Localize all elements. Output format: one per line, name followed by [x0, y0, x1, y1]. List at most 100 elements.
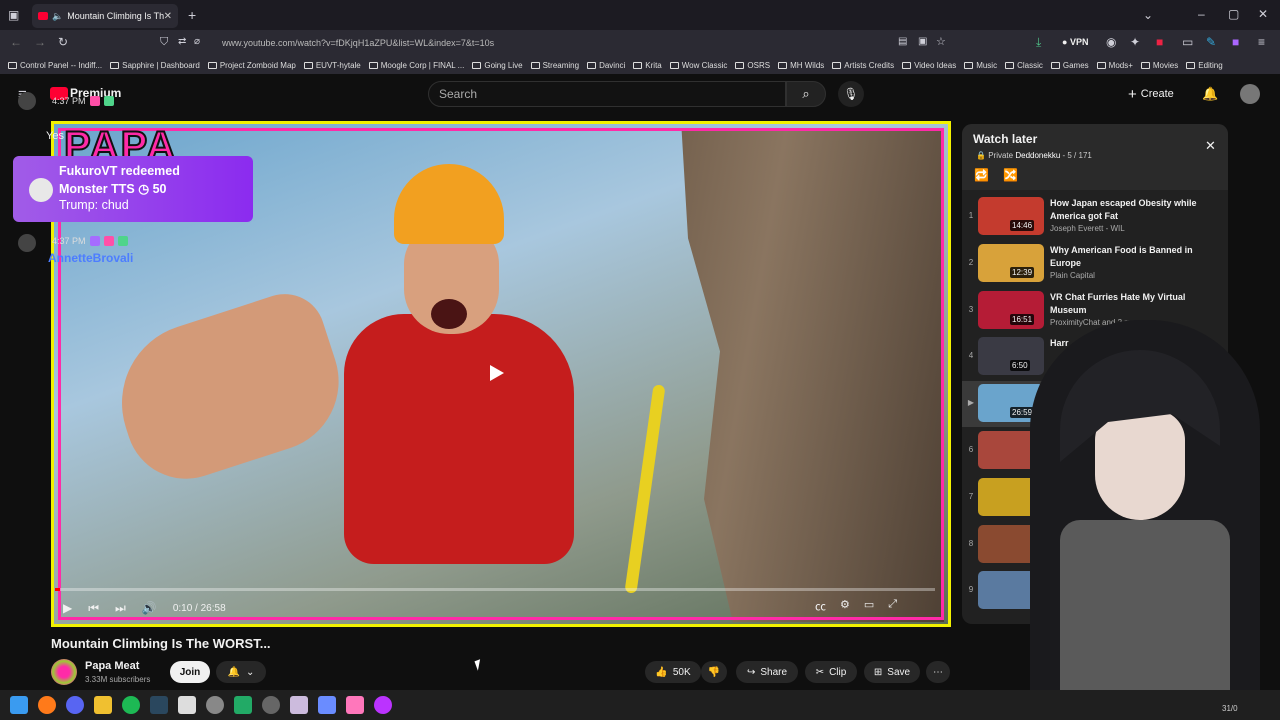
playlist-item-title[interactable]: How Japan escaped Obesity while America … [1050, 197, 1220, 223]
bookmark-item[interactable]: Moogle Corp | FINAL ... [368, 61, 464, 70]
account-avatar[interactable] [1240, 84, 1260, 104]
notifications-bell-icon[interactable]: 🔔 [1202, 86, 1218, 102]
create-button[interactable]: + Create [1128, 81, 1190, 107]
channel-name[interactable]: Papa Meat [85, 660, 139, 672]
app-icon-1[interactable] [178, 696, 196, 714]
close-tab-icon[interactable]: ✕ [164, 11, 172, 22]
playlist-owner[interactable]: Deddonekku [1015, 151, 1060, 160]
obs-icon[interactable] [262, 696, 280, 714]
bookmark-item[interactable]: Editing [1186, 61, 1223, 70]
bookmark-star-icon[interactable]: ☆ [936, 35, 946, 48]
bookmark-item[interactable]: OSRS [735, 61, 770, 70]
chevron-down-icon[interactable]: ⌄ [1143, 8, 1153, 22]
bookmark-item[interactable]: Music [964, 61, 997, 70]
miniplayer-icon[interactable]: ▭ [864, 598, 874, 614]
bookmark-item[interactable]: Video Ideas [902, 61, 956, 70]
puzzle-icon[interactable]: ✦ [1130, 35, 1140, 49]
more-actions-button[interactable]: ⋯ [926, 661, 950, 683]
loop-icon[interactable]: 🔁 [974, 168, 989, 182]
dislike-button[interactable]: 👎 [701, 661, 727, 683]
clip-button[interactable]: ✂ Clip [805, 661, 857, 683]
reload-icon[interactable]: ↻ [58, 35, 68, 49]
app-icon-6[interactable] [374, 696, 392, 714]
volume-icon[interactable]: 🔊 [142, 601, 157, 615]
speaker-icon[interactable]: 🔈 [52, 11, 63, 22]
close-playlist-icon[interactable]: ✕ [1205, 138, 1216, 154]
bookmark-item[interactable]: Project Zomboid Map [207, 61, 296, 70]
settings-gear-icon[interactable]: ⚙ [840, 598, 850, 614]
playlist-item[interactable]: 2 12:39 Why American Food is Banned in Eur… [962, 241, 1228, 287]
join-button[interactable]: Join [170, 661, 210, 683]
bookmark-item[interactable]: Sapphire | Dashboard [110, 61, 200, 70]
extension-2-icon[interactable]: ✎ [1206, 35, 1216, 49]
like-button[interactable]: 👍 50K [645, 661, 701, 683]
start-windows-icon[interactable] [10, 696, 28, 714]
shield-icon[interactable]: ⛉ [160, 36, 168, 49]
url-bar[interactable]: ⛉ ⇄ ⌀ www.youtube.com/watch?v=fDKjqH1aZP… [150, 33, 958, 53]
vpn-button[interactable]: ● VPN [1062, 37, 1088, 47]
center-play-icon[interactable] [490, 365, 504, 381]
previous-icon[interactable]: ⏮ [88, 601, 99, 616]
back-icon[interactable]: ← [10, 35, 22, 49]
maximize-icon[interactable]: ▢ [1228, 7, 1239, 21]
extension-icon[interactable]: ◉ [1106, 35, 1116, 49]
app-icon-4[interactable] [318, 696, 336, 714]
share-label: Share [760, 666, 788, 678]
search-button[interactable]: ⌕ [786, 81, 826, 107]
bookmark-item[interactable]: EUVT-hytale [303, 61, 361, 70]
playlist-item[interactable]: 1 14:46 How Japan escaped Obesity while Am… [962, 194, 1228, 240]
bookmark-item[interactable]: Going Live [472, 61, 523, 70]
playlist-item-title[interactable]: Why American Food is Banned in Europe [1050, 244, 1220, 270]
firefox-icon[interactable] [38, 696, 56, 714]
bookmark-item[interactable]: Streaming [530, 61, 579, 70]
picture-in-picture-icon[interactable]: ▤ [898, 36, 907, 47]
close-window-icon[interactable]: ✕ [1258, 7, 1268, 21]
app-icon-2[interactable] [234, 696, 252, 714]
bookmark-item[interactable]: Games [1050, 61, 1089, 70]
extension-3-icon[interactable]: ■ [1232, 35, 1239, 49]
download-icon[interactable]: ⤓ [1036, 35, 1041, 50]
watch-later-title[interactable]: Watch later [973, 132, 1037, 146]
next-icon[interactable]: ⏭ [115, 601, 126, 616]
fullscreen-icon[interactable]: ⤢ [888, 598, 897, 614]
subscribe-bell-button[interactable]: 🔔 ⌄ [216, 661, 266, 683]
bookmark-item[interactable]: Davinci [587, 61, 625, 70]
bookmark-item[interactable]: Krita [633, 61, 662, 70]
save-button[interactable]: ⊞ Save [864, 661, 920, 683]
new-tab-icon[interactable]: + [188, 7, 196, 23]
heart-badge-2-icon [103, 236, 114, 246]
app-icon-3[interactable] [290, 696, 308, 714]
spotify-icon[interactable] [122, 696, 140, 714]
tab-list-icon[interactable]: ▣ [8, 8, 19, 22]
browser-tab-active[interactable]: 🔈 Mountain Climbing Is The W ✕ [32, 4, 178, 28]
bookmark-item[interactable]: Artists Credits [832, 61, 894, 70]
search-input[interactable]: Search [428, 81, 786, 107]
app-icon-5[interactable] [346, 696, 364, 714]
extension-badge-icon[interactable]: ■ [1156, 35, 1163, 49]
bookmark-item[interactable]: Wow Classic [669, 61, 727, 70]
settings-gear-taskbar-icon[interactable] [206, 696, 224, 714]
share-button[interactable]: ↪ Share [736, 661, 798, 683]
lock-icon[interactable]: ⌀ [194, 36, 200, 47]
video-progress-bar[interactable] [55, 588, 935, 591]
menu-icon[interactable]: ≡ [1258, 35, 1265, 49]
minimize-icon[interactable]: – [1198, 7, 1205, 21]
captions-icon[interactable]: ㏄ [815, 598, 826, 614]
voice-search-button[interactable]: 🎙 [838, 81, 864, 107]
screenshot-icon[interactable]: ▣ [918, 36, 927, 47]
bookmark-item[interactable]: Classic [1005, 61, 1043, 70]
forward-icon[interactable]: → [34, 35, 46, 49]
discord-icon[interactable] [66, 696, 84, 714]
shuffle-icon[interactable]: 🔀 [1003, 168, 1018, 182]
bookmark-item[interactable]: Control Panel -- Indiff... [8, 61, 102, 70]
sidebar-icon[interactable]: ▭ [1182, 35, 1193, 49]
bookmark-item[interactable]: MH Wilds [778, 61, 824, 70]
steam-icon[interactable] [150, 696, 168, 714]
play-icon[interactable]: ▶ [63, 601, 72, 615]
bookmark-item[interactable]: Mods+ [1096, 61, 1133, 70]
channel-avatar[interactable] [51, 659, 77, 685]
permissions-icon[interactable]: ⇄ [178, 36, 186, 47]
bookmark-item[interactable]: Movies [1140, 61, 1178, 70]
playlist-item-title[interactable]: VR Chat Furries Hate My Virtual Museum [1050, 291, 1220, 317]
file-explorer-icon[interactable] [94, 696, 112, 714]
